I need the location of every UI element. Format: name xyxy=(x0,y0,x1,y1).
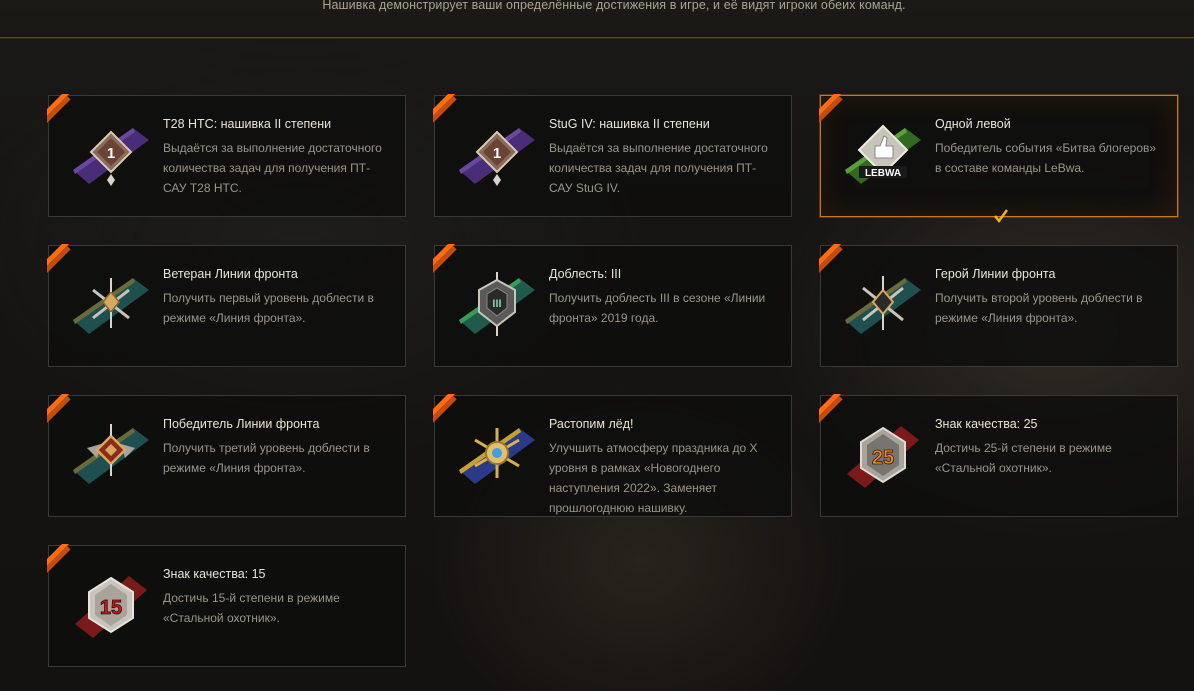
badge-number: 15 xyxy=(100,597,122,619)
patch-description: Получить доблесть III в сезоне «Линии фр… xyxy=(549,291,766,325)
steel-hunter-badge-icon: 25 xyxy=(847,426,919,488)
patch-title: Победитель Линии фронта xyxy=(163,417,320,431)
patch-title: Знак качества: 15 xyxy=(163,567,266,581)
patch-title: Ветеран Линии фронта xyxy=(163,267,298,281)
patch-card-stug-iv[interactable]: 1 StuG IV: нашивка II степени Выдаётся з… xyxy=(433,94,792,217)
steel-hunter-badge-icon: 15 xyxy=(75,576,147,638)
valor-shield-badge-icon: III xyxy=(459,272,535,336)
header-description: Нашивка демонстрирует ваши определённые … xyxy=(322,0,906,12)
badge-number: 1 xyxy=(107,145,115,162)
patch-title: T28 HTC: нашивка II степени xyxy=(163,117,332,131)
patch-description: Улучшить атмосферу праздника до X уровня… xyxy=(549,441,758,515)
patch-card-quality-15[interactable]: 15 Знак качества: 15 Достичь 15-й степен… xyxy=(47,544,406,667)
patch-title: Одной левой xyxy=(935,117,1011,131)
patch-card-frontline-veteran[interactable]: Ветеран Линии фронта Получить первый уро… xyxy=(47,244,406,367)
patch-card-t28-htc[interactable]: 1 T28 HTC: нашивка II степени Выдаётся з… xyxy=(47,94,406,217)
patch-card-quality-25[interactable]: 25 Знак качества: 25 Достичь 25-й степен… xyxy=(819,394,1178,517)
patch-title: Доблесть: III xyxy=(549,267,622,281)
patch-description: Выдаётся за выполнение достаточного коли… xyxy=(163,141,382,195)
rank-diamond-badge-icon: 1 xyxy=(73,128,149,186)
patch-title: Знак качества: 25 xyxy=(935,417,1038,431)
patch-description: Получить первый уровень доблести в режим… xyxy=(163,291,374,325)
patch-card-frontline-hero[interactable]: Герой Линии фронта Получить второй урове… xyxy=(819,244,1178,367)
patch-description: Получить второй уровень доблести в режим… xyxy=(935,291,1143,325)
snowflake-badge-icon xyxy=(459,428,535,484)
patch-description: Получить третий уровень доблести в режим… xyxy=(163,441,370,475)
badge-number: 1 xyxy=(493,145,501,162)
patch-title: Герой Линии фронта xyxy=(935,267,1056,281)
patch-card-lebwa[interactable]: LEBWA Одной левой Победитель события «Би… xyxy=(819,94,1178,224)
crossed-swords-badge-icon xyxy=(73,278,149,334)
patch-card-valor-iii[interactable]: III Доблесть: III Получить доблесть III … xyxy=(433,244,792,367)
patch-title: StuG IV: нашивка II степени xyxy=(549,117,710,131)
patch-description: Достичь 25-й степени в режиме «Стальной … xyxy=(935,441,1112,475)
patch-title: Растопим лёд! xyxy=(549,417,634,431)
winged-star-badge-icon xyxy=(73,424,149,484)
header-bar: Нашивка демонстрирует ваши определённые … xyxy=(0,0,1194,38)
checkmark-icon xyxy=(994,209,1009,224)
patch-description: Победитель события «Битва блогеров» в со… xyxy=(935,141,1157,175)
badge-label: LEBWA xyxy=(865,168,901,179)
patch-card-melt-ice[interactable]: Растопим лёд! Улучшить атмосферу праздни… xyxy=(433,394,792,517)
crossed-swords-badge-icon xyxy=(845,276,921,334)
patch-card-frontline-winner[interactable]: Победитель Линии фронта Получить третий … xyxy=(47,394,406,517)
patch-description: Выдаётся за выполнение достаточного коли… xyxy=(549,141,768,195)
patch-description: Достичь 15-й степени в режиме «Стальной … xyxy=(163,591,340,625)
badge-number: 25 xyxy=(872,447,894,469)
badge-roman-numeral: III xyxy=(492,298,501,310)
rank-diamond-badge-icon: 1 xyxy=(459,128,535,186)
lebwa-thumbs-up-badge-icon: LEBWA xyxy=(845,124,921,184)
